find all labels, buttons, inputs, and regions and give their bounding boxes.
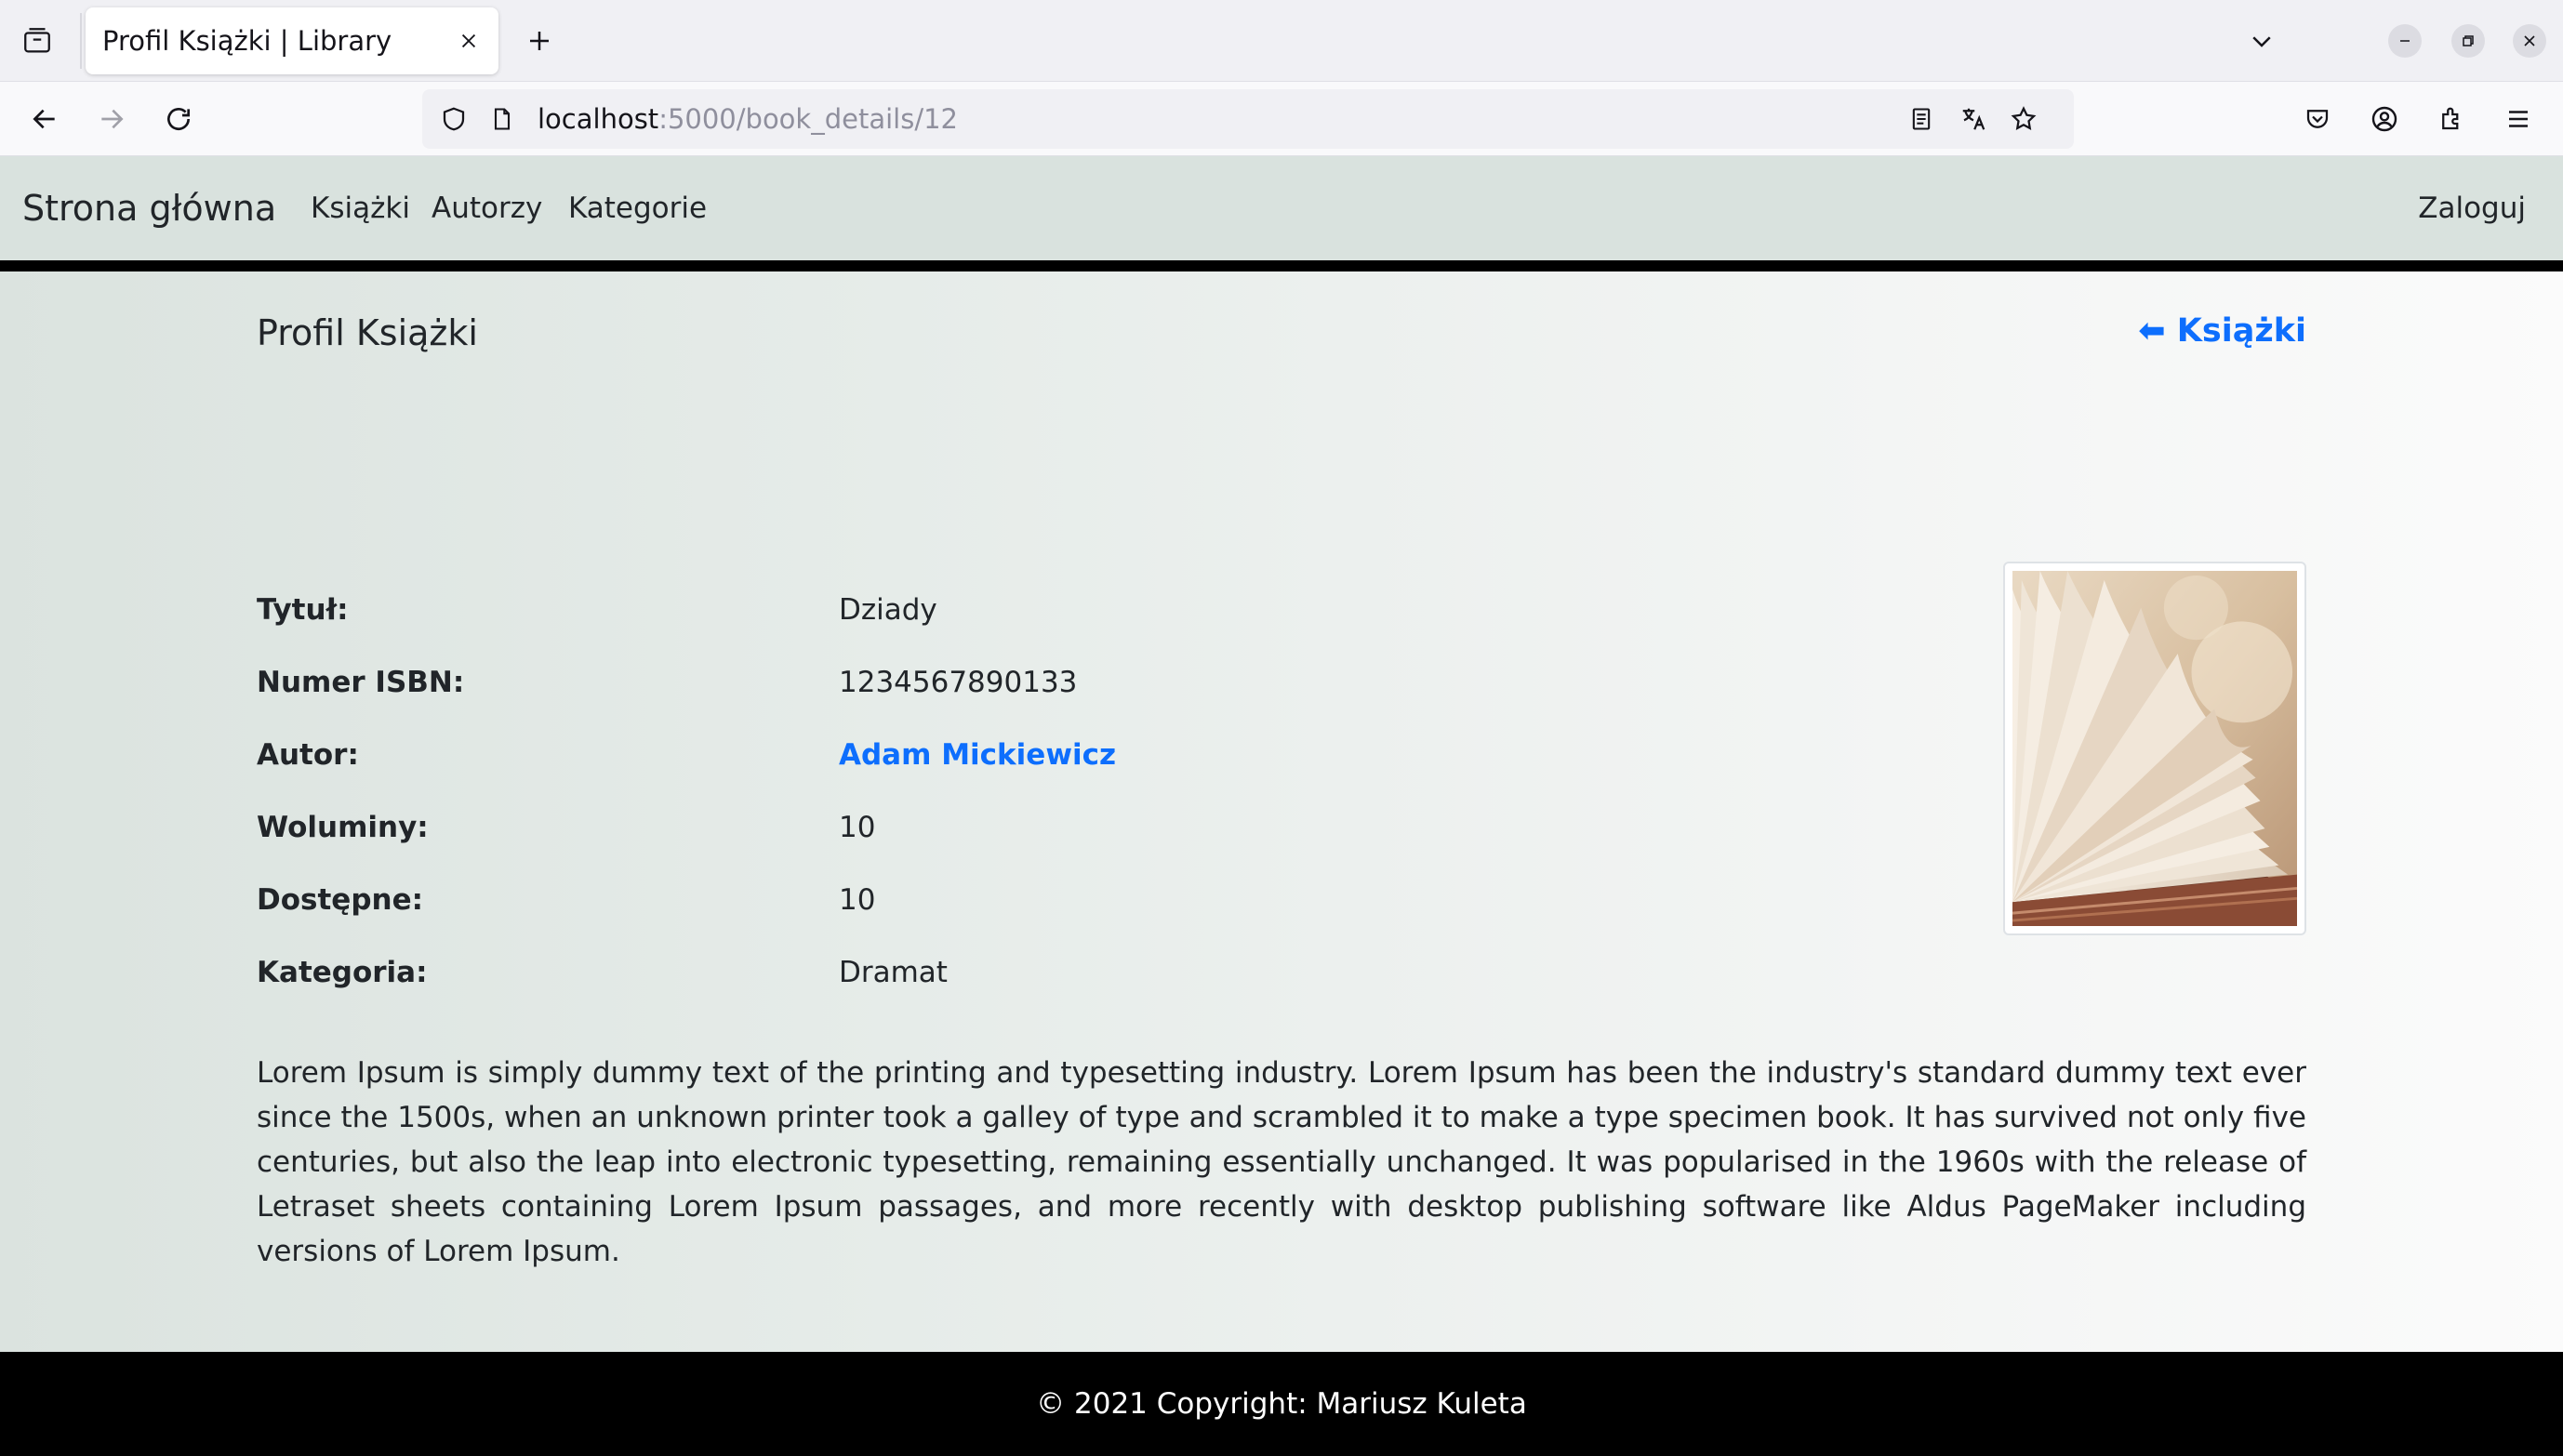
book-cover-thumbnail	[2003, 562, 2306, 935]
menu-icon[interactable]	[2496, 97, 2541, 141]
detail-value-volumes: 10	[839, 811, 876, 844]
nav-link-authors[interactable]: Autorzy	[432, 156, 542, 260]
restore-icon[interactable]	[2451, 24, 2485, 58]
pocket-icon[interactable]	[2295, 97, 2340, 141]
detail-value-category: Dramat	[839, 956, 948, 989]
tab-divider	[80, 13, 82, 69]
detail-value-available: 10	[839, 883, 876, 917]
detail-row-title: Tytuł: Dziady	[257, 593, 1559, 640]
page: Strona główna Książki Autorzy Kategorie …	[0, 156, 2563, 1456]
forward-arrow-icon[interactable]	[89, 97, 134, 141]
reader-view-icon[interactable]	[1905, 102, 1938, 136]
page-icon[interactable]	[485, 102, 519, 136]
extensions-icon[interactable]	[2429, 97, 2474, 141]
tab-list-icon[interactable]	[19, 22, 56, 60]
tab-title: Profil Książki | Library	[102, 25, 392, 57]
detail-label: Kategoria:	[257, 956, 428, 989]
account-icon[interactable]	[2362, 97, 2407, 141]
detail-value-isbn: 1234567890133	[839, 666, 1078, 699]
book-cover-image	[2012, 571, 2297, 926]
url-host: localhost	[538, 103, 659, 135]
footer-copyright: © 2021 Copyright: Mariusz Kuleta	[1036, 1387, 1527, 1421]
browser-tab-bar: Profil Książki | Library	[0, 0, 2563, 82]
navbar-border	[0, 260, 2563, 271]
minimize-icon[interactable]	[2388, 24, 2422, 58]
book-description: Lorem Ipsum is simply dummy text of the …	[257, 1056, 2306, 1268]
detail-value-title: Dziady	[839, 593, 937, 627]
plus-icon[interactable]	[519, 20, 560, 61]
login-link[interactable]: Zaloguj	[2418, 156, 2526, 260]
detail-row-isbn: Numer ISBN: 1234567890133	[257, 666, 1559, 712]
browser-toolbar: localhost:5000/book_details/12	[0, 82, 2563, 156]
nav-link-books[interactable]: Książki	[311, 156, 410, 260]
footer: © 2021 Copyright: Mariusz Kuleta	[0, 1352, 2563, 1456]
detail-label: Woluminy:	[257, 811, 429, 844]
site-navbar: Strona główna Książki Autorzy Kategorie …	[0, 156, 2563, 260]
nav-link-categories[interactable]: Kategorie	[568, 156, 707, 260]
detail-label: Dostępne:	[257, 883, 424, 917]
reload-icon[interactable]	[156, 97, 201, 141]
back-arrow-icon[interactable]	[22, 97, 67, 141]
detail-label: Tytuł:	[257, 593, 349, 627]
close-window-icon[interactable]	[2513, 24, 2546, 58]
detail-label: Autor:	[257, 738, 359, 772]
detail-row-available: Dostępne: 10	[257, 883, 1559, 930]
brand-link[interactable]: Strona główna	[22, 156, 276, 260]
translate-icon[interactable]	[1957, 102, 1990, 136]
star-icon[interactable]	[2007, 102, 2040, 136]
url-text[interactable]: localhost:5000/book_details/12	[538, 89, 958, 149]
author-link[interactable]: Adam Mickiewicz	[839, 738, 1116, 772]
browser-tab-active[interactable]: Profil Książki | Library	[86, 7, 498, 74]
back-to-books-link[interactable]: ⬅ Książki	[2138, 312, 2306, 350]
url-path: :5000/book_details/12	[658, 103, 959, 135]
detail-row-volumes: Woluminy: 10	[257, 811, 1559, 857]
detail-row-category: Kategoria: Dramat	[257, 956, 1559, 1002]
shield-icon[interactable]	[437, 102, 471, 136]
detail-label: Numer ISBN:	[257, 666, 465, 699]
close-icon[interactable]	[452, 24, 485, 58]
url-bar[interactable]: localhost:5000/book_details/12	[422, 89, 2074, 149]
detail-row-author: Autor: Adam Mickiewicz	[257, 738, 1559, 785]
page-title: Profil Książki	[257, 312, 478, 353]
chevron-down-icon[interactable]	[2241, 20, 2282, 61]
